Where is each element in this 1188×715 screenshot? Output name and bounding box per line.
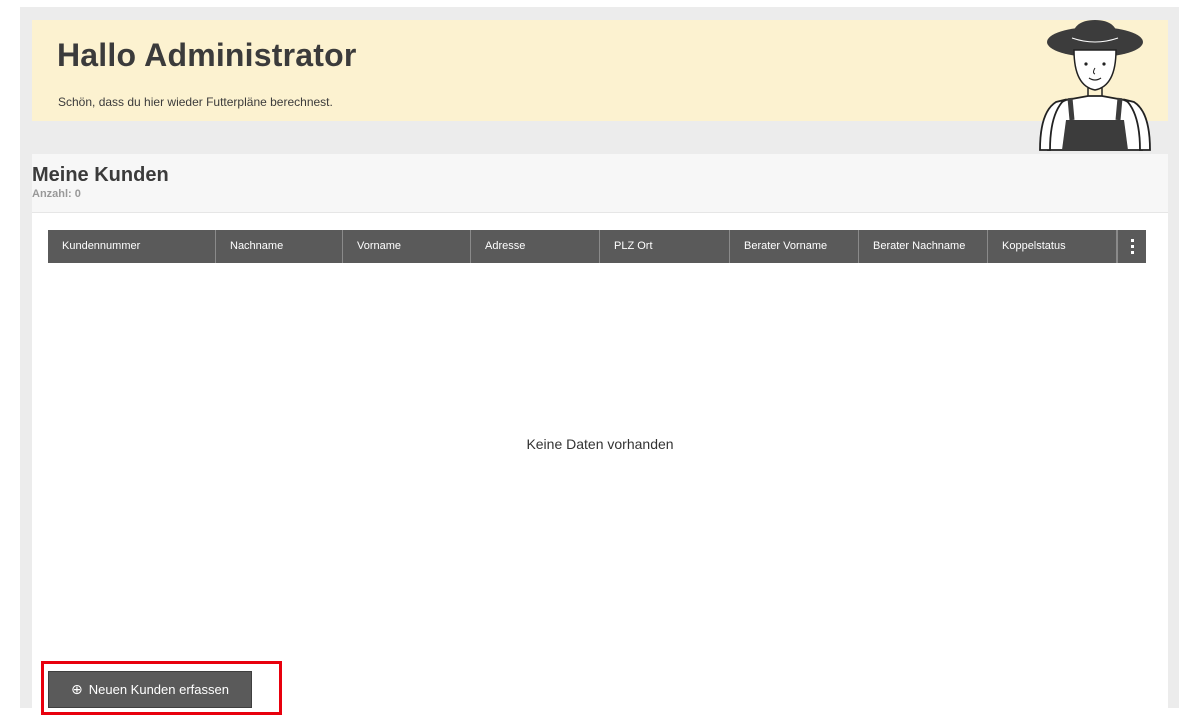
column-header-berater-vorname[interactable]: Berater Vorname <box>730 230 859 263</box>
column-menu-icon[interactable] <box>1117 230 1146 263</box>
page-background: Hallo Administrator Schön, dass du hier … <box>20 7 1179 715</box>
welcome-banner: Hallo Administrator Schön, dass du hier … <box>32 20 1168 151</box>
column-header-vorname[interactable]: Vorname <box>343 230 471 263</box>
column-header-plz-ort[interactable]: PLZ Ort <box>600 230 730 263</box>
customers-panel: Meine Kunden Anzahl: 0 Kundennummer Nach… <box>32 154 1168 714</box>
welcome-subtitle: Schön, dass du hier wieder Futterpläne b… <box>58 95 333 109</box>
customers-header: Meine Kunden Anzahl: 0 <box>32 154 1168 213</box>
column-header-koppelstatus[interactable]: Koppelstatus <box>988 230 1117 263</box>
add-customer-button[interactable]: ⊕ Neuen Kunden erfassen <box>48 671 252 708</box>
table-header: Kundennummer Nachname Vorname Adresse PL… <box>48 230 1146 263</box>
customers-title: Meine Kunden <box>32 164 169 186</box>
plus-circle-icon: ⊕ <box>71 681 83 697</box>
column-header-adresse[interactable]: Adresse <box>471 230 600 263</box>
add-customer-label: Neuen Kunden erfassen <box>88 682 229 697</box>
farmer-illustration <box>1039 20 1151 151</box>
column-header-nachname[interactable]: Nachname <box>216 230 343 263</box>
customers-count: Anzahl: 0 <box>32 188 81 200</box>
empty-table-message: Keine Daten vorhanden <box>526 436 674 452</box>
welcome-title: Hallo Administrator <box>57 37 357 73</box>
column-header-kundennummer[interactable]: Kundennummer <box>48 230 216 263</box>
column-header-berater-nachname[interactable]: Berater Nachname <box>859 230 988 263</box>
